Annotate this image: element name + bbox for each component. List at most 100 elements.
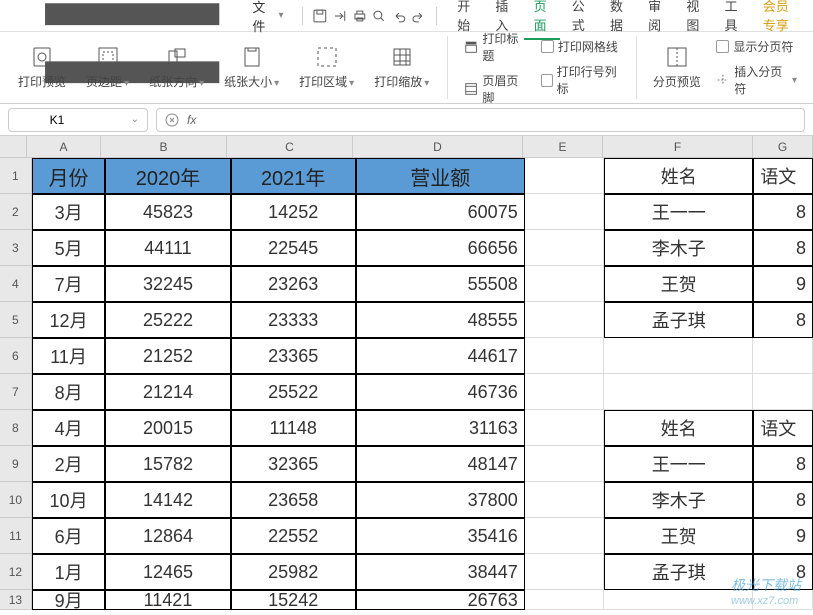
print-scale-button[interactable]: 打印缩放▾: [368, 41, 435, 94]
cell[interactable]: 8: [753, 230, 813, 266]
cell[interactable]: 8: [753, 302, 813, 338]
column-header-D[interactable]: D: [353, 136, 523, 158]
menu-tab-3[interactable]: 公式: [562, 0, 598, 40]
size-button[interactable]: 纸张大小▾: [218, 41, 285, 94]
cell[interactable]: [604, 590, 753, 610]
cell[interactable]: 姓名: [604, 410, 753, 446]
cell[interactable]: 48555: [356, 302, 525, 338]
cell[interactable]: 66656: [356, 230, 525, 266]
cell[interactable]: [525, 446, 605, 482]
cell[interactable]: 44617: [356, 338, 525, 374]
cell[interactable]: 20015: [105, 410, 230, 446]
print-area-button[interactable]: 打印区域▾: [293, 41, 360, 94]
menu-tab-2[interactable]: 页面: [524, 0, 560, 40]
cell[interactable]: 李木子: [604, 230, 753, 266]
name-box[interactable]: ⌄: [8, 108, 148, 132]
cell[interactable]: 21214: [105, 374, 230, 410]
cell[interactable]: 王贺: [604, 266, 753, 302]
cell[interactable]: [525, 302, 605, 338]
cell[interactable]: [525, 230, 605, 266]
cell[interactable]: 23263: [231, 266, 356, 302]
cell[interactable]: 37800: [356, 482, 525, 518]
cell[interactable]: 语文: [753, 410, 813, 446]
cell[interactable]: 8: [753, 446, 813, 482]
formula-input-box[interactable]: fx: [156, 108, 805, 132]
cell[interactable]: 5月: [32, 230, 106, 266]
preview-icon[interactable]: [371, 6, 387, 26]
row-header[interactable]: 11: [0, 518, 32, 554]
cell[interactable]: [525, 590, 605, 610]
row-header[interactable]: 7: [0, 374, 32, 410]
cell[interactable]: 38447: [356, 554, 525, 590]
fx-icon[interactable]: fx: [187, 113, 196, 127]
cell[interactable]: 25222: [105, 302, 230, 338]
spreadsheet-grid[interactable]: ABCDEFG 1月份2020年2021年营业额姓名语文23月458231425…: [0, 136, 813, 610]
export-icon[interactable]: [332, 6, 348, 26]
cell[interactable]: 23658: [231, 482, 356, 518]
cell[interactable]: 8: [753, 482, 813, 518]
cell[interactable]: 营业额: [356, 158, 525, 194]
cell[interactable]: [525, 266, 605, 302]
cell[interactable]: 4月: [32, 410, 106, 446]
row-header[interactable]: 2: [0, 194, 32, 230]
cell[interactable]: 12864: [105, 518, 230, 554]
margins-button[interactable]: 页边距▾: [80, 41, 135, 94]
cell[interactable]: 25522: [231, 374, 356, 410]
chevron-down-icon[interactable]: ⌄: [131, 114, 139, 125]
cell[interactable]: [753, 590, 813, 610]
cell[interactable]: 11421: [105, 590, 230, 610]
cell[interactable]: 26763: [356, 590, 525, 610]
orientation-button[interactable]: 纸张方向▾: [143, 41, 210, 94]
cell[interactable]: 32365: [231, 446, 356, 482]
cell[interactable]: 60075: [356, 194, 525, 230]
row-header[interactable]: 5: [0, 302, 32, 338]
cell[interactable]: [525, 518, 605, 554]
cell[interactable]: 15242: [231, 590, 356, 610]
cell[interactable]: [604, 338, 753, 374]
cell[interactable]: 14252: [231, 194, 356, 230]
show-breaks-checkbox[interactable]: 显示分页符: [712, 36, 801, 57]
cell[interactable]: 10月: [32, 482, 106, 518]
cell[interactable]: [525, 158, 605, 194]
print-gridlines-checkbox[interactable]: 打印网格线: [537, 36, 625, 57]
column-header-A[interactable]: A: [27, 136, 101, 158]
menu-tab-4[interactable]: 数据: [600, 0, 636, 40]
header-footer-button[interactable]: 页眉页脚: [460, 70, 529, 108]
cell[interactable]: 孟子琪: [604, 302, 753, 338]
print-titles-button[interactable]: 打印标题: [460, 28, 529, 66]
cell[interactable]: 8: [753, 554, 813, 590]
column-header-C[interactable]: C: [227, 136, 353, 158]
column-header-F[interactable]: F: [603, 136, 753, 158]
cell[interactable]: 21252: [105, 338, 230, 374]
cell[interactable]: 8: [753, 194, 813, 230]
row-header[interactable]: 8: [0, 410, 32, 446]
cell[interactable]: 李木子: [604, 482, 753, 518]
cell[interactable]: [604, 374, 753, 410]
menu-tab-8[interactable]: 会员专享: [753, 0, 805, 40]
cell[interactable]: 9: [753, 266, 813, 302]
row-header[interactable]: 12: [0, 554, 32, 590]
cell[interactable]: 姓名: [604, 158, 753, 194]
cell[interactable]: 2020年: [105, 158, 230, 194]
cell[interactable]: 48147: [356, 446, 525, 482]
cell[interactable]: 23365: [231, 338, 356, 374]
cell-reference-input[interactable]: [17, 113, 97, 127]
cell[interactable]: 11月: [32, 338, 106, 374]
cell[interactable]: 王一一: [604, 446, 753, 482]
cell[interactable]: 35416: [356, 518, 525, 554]
cell[interactable]: 46736: [356, 374, 525, 410]
insert-break-button[interactable]: 插入分页符▾: [712, 61, 801, 99]
cell[interactable]: 25982: [231, 554, 356, 590]
cell[interactable]: [525, 482, 605, 518]
cell[interactable]: [753, 374, 813, 410]
cell[interactable]: 9: [753, 518, 813, 554]
cell[interactable]: 12月: [32, 302, 106, 338]
cell[interactable]: 31163: [356, 410, 525, 446]
select-all-corner[interactable]: [0, 136, 27, 158]
cell[interactable]: 23333: [231, 302, 356, 338]
cell[interactable]: 8月: [32, 374, 106, 410]
column-header-B[interactable]: B: [101, 136, 227, 158]
cell[interactable]: 9月: [32, 590, 106, 610]
cancel-icon[interactable]: [165, 113, 179, 127]
cell[interactable]: 1月: [32, 554, 106, 590]
